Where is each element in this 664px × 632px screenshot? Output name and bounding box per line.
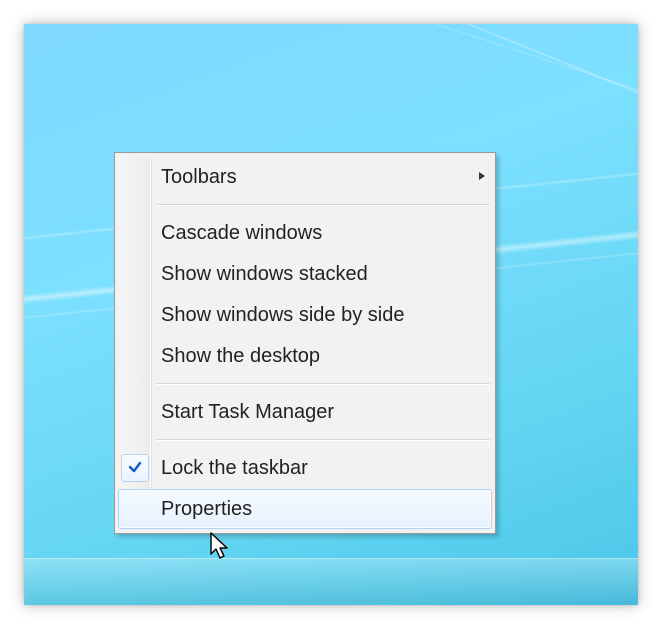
menu-item-label: Properties xyxy=(151,498,473,521)
screenshot-frame: Toolbars Cascade windows Show windows st… xyxy=(24,24,638,605)
menu-item-start-task-manager[interactable]: Start Task Manager xyxy=(118,392,492,432)
menu-item-label: Toolbars xyxy=(151,166,473,189)
menu-separator xyxy=(156,204,490,206)
menu-item-lock-the-taskbar[interactable]: Lock the taskbar xyxy=(118,448,492,488)
menu-item-label: Show the desktop xyxy=(151,345,473,368)
menu-item-label: Cascade windows xyxy=(151,222,473,245)
menu-item-show-the-desktop[interactable]: Show the desktop xyxy=(118,336,492,376)
menu-item-label: Lock the taskbar xyxy=(151,457,473,480)
menu-item-label: Show windows stacked xyxy=(151,263,473,286)
menu-item-toolbars[interactable]: Toolbars xyxy=(118,157,492,197)
menu-item-label: Start Task Manager xyxy=(151,401,473,424)
taskbar[interactable] xyxy=(24,558,638,605)
taskbar-context-menu: Toolbars Cascade windows Show windows st… xyxy=(114,152,496,534)
menu-item-cascade-windows[interactable]: Cascade windows xyxy=(118,213,492,253)
menu-item-icon-slot xyxy=(119,454,151,482)
checked-indicator xyxy=(121,454,149,482)
menu-item-show-windows-side-by-side[interactable]: Show windows side by side xyxy=(118,295,492,335)
submenu-arrow-icon xyxy=(473,170,491,184)
canvas: Toolbars Cascade windows Show windows st… xyxy=(0,0,664,632)
menu-item-properties[interactable]: Properties xyxy=(118,489,492,529)
menu-separator xyxy=(156,439,490,441)
menu-item-show-windows-stacked[interactable]: Show windows stacked xyxy=(118,254,492,294)
check-icon xyxy=(128,459,142,477)
menu-separator xyxy=(156,383,490,385)
menu-item-label: Show windows side by side xyxy=(151,304,473,327)
